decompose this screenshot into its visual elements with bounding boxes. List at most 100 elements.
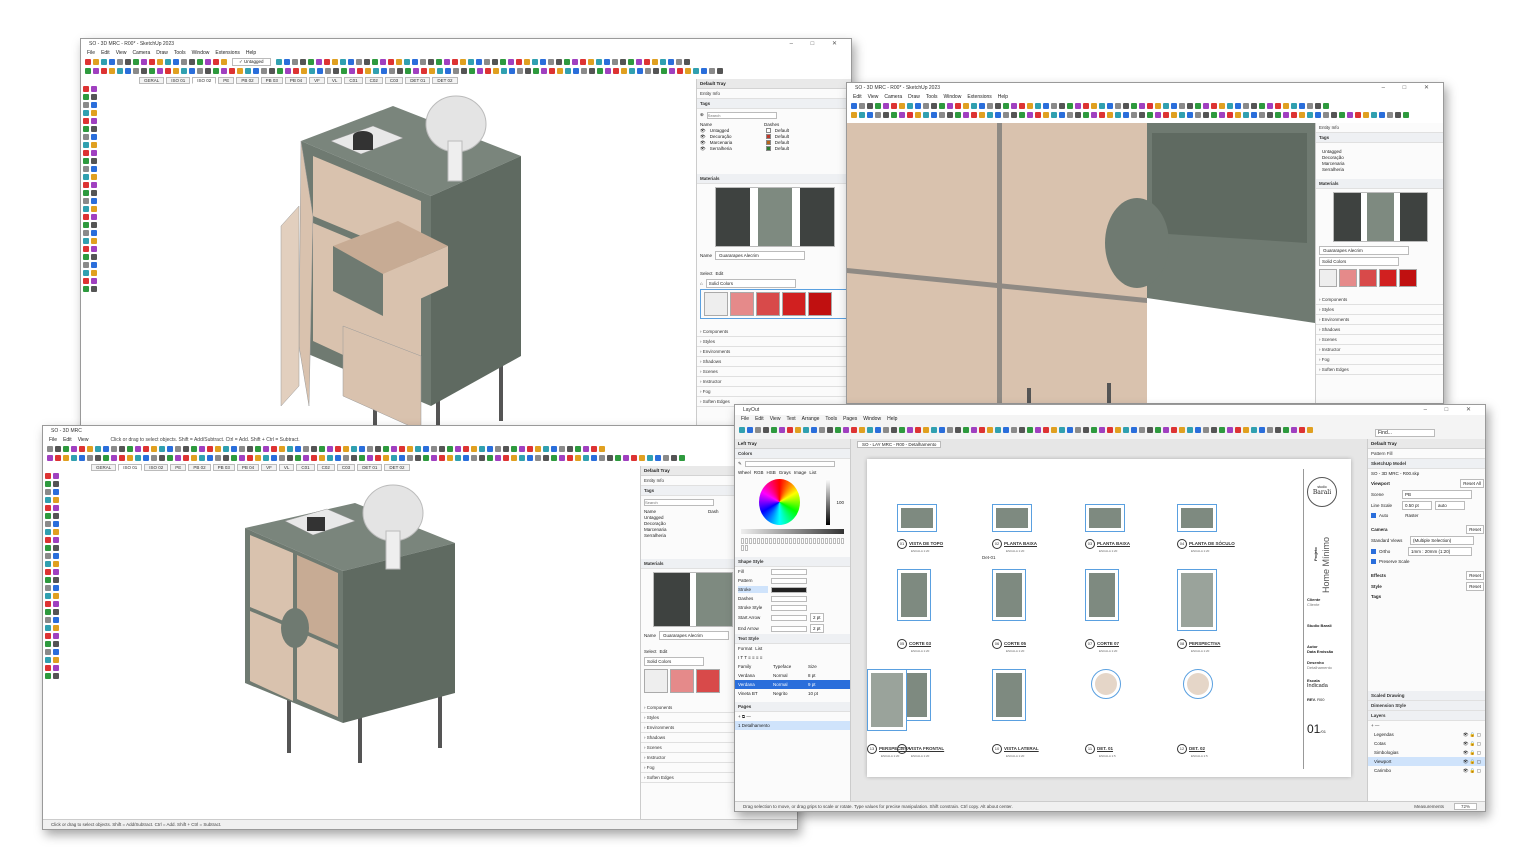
tray-section-materials[interactable]: Materials (697, 174, 851, 184)
left-tool-icon[interactable] (53, 529, 59, 535)
toolbar-tool-icon[interactable] (875, 427, 881, 433)
toolbar-tool-icon[interactable] (419, 58, 426, 65)
left-tool-icon[interactable] (45, 673, 51, 679)
toolbar-tool-icon[interactable] (611, 58, 618, 65)
toolbar-tool-icon[interactable] (231, 454, 237, 461)
toolbar-tool-icon[interactable] (63, 445, 69, 452)
toolbar-tool-icon[interactable] (547, 58, 554, 65)
toolbar-tool-icon[interactable] (995, 102, 1001, 109)
dimension-style-section[interactable]: Dimension Style (1368, 701, 1485, 711)
model-viewport[interactable] (103, 86, 697, 432)
toolbar-tool-icon[interactable] (125, 58, 131, 65)
tab-pb-04[interactable]: PB 04 (236, 463, 260, 471)
toolbar-tool-icon[interactable] (739, 427, 745, 433)
color-swatch-cell[interactable] (745, 545, 748, 551)
tab-c03[interactable]: C03 (336, 463, 356, 471)
toolbar-tool-icon[interactable] (1187, 427, 1193, 433)
toolbar-tool-icon[interactable] (483, 58, 490, 65)
tab-iso-01[interactable]: ISO 01 (118, 463, 143, 471)
toolbar-tool-icon[interactable] (1115, 111, 1121, 118)
left-tool-icon[interactable] (53, 617, 59, 623)
drawing-viewport-12[interactable] (1183, 669, 1213, 699)
toolbar-tool-icon[interactable] (487, 454, 493, 461)
toolbar-tool-icon[interactable] (1195, 111, 1201, 118)
toolbar-tool-icon[interactable] (931, 427, 937, 433)
toolbar-tool-icon[interactable] (1171, 427, 1177, 433)
toolbar-tool-icon[interactable] (303, 445, 309, 452)
toolbar-tool-icon[interactable] (413, 67, 419, 74)
toolbar-tool-icon[interactable] (1203, 427, 1209, 433)
left-tool-icon[interactable] (83, 206, 89, 212)
toolbar-tool-icon[interactable] (1003, 102, 1009, 109)
left-tool-icon[interactable] (91, 230, 97, 236)
ortho-scale-select[interactable]: 1mm : 20mm (1:20) (1408, 547, 1472, 556)
menu-extensions[interactable]: Extensions (215, 49, 239, 57)
toolbar-tool-icon[interactable] (1275, 102, 1281, 109)
toolbar-tool-icon[interactable] (311, 445, 317, 452)
toolbar-tool-icon[interactable] (1139, 427, 1145, 433)
menu-window[interactable]: Window (863, 415, 881, 423)
toolbar-tool-icon[interactable] (157, 67, 163, 74)
left-tool-icon[interactable] (53, 649, 59, 655)
toolbar-tool-icon[interactable] (635, 58, 642, 65)
menu-camera[interactable]: Camera (132, 49, 150, 57)
left-tool-icon[interactable] (45, 585, 51, 591)
toolbar-tool-icon[interactable] (299, 58, 306, 65)
toolbar-tool-icon[interactable] (229, 67, 235, 74)
tray-section-scenes[interactable]: › Scenes (697, 367, 851, 377)
toolbar-tool-icon[interactable] (1363, 111, 1369, 118)
left-tool-icon[interactable] (45, 625, 51, 631)
material-name-field[interactable]: Guararapes Alecrim (715, 251, 806, 260)
toolbar-tool-icon[interactable] (639, 454, 645, 461)
toolbar-tool-icon[interactable] (263, 454, 269, 461)
toolbar-tool-icon[interactable] (253, 67, 259, 74)
toolbar-tool-icon[interactable] (199, 445, 205, 452)
color-swatch-cell[interactable] (741, 545, 744, 551)
toolbar-tool-icon[interactable] (573, 67, 579, 74)
left-tool-icon[interactable] (83, 190, 89, 196)
library-select[interactable]: Solid Colors (705, 279, 796, 288)
toolbar-tool-icon[interactable] (269, 67, 275, 74)
toolbar-tool-icon[interactable] (275, 58, 282, 65)
menu-edit[interactable]: Edit (755, 415, 764, 423)
toolbar-tool-icon[interactable] (239, 445, 245, 452)
left-tool-icon[interactable] (45, 513, 51, 519)
toolbar-tool-icon[interactable] (109, 58, 115, 65)
toolbar-tool-icon[interactable] (55, 454, 61, 461)
toolbar-tool-icon[interactable] (597, 67, 603, 74)
tray-section-instructor[interactable]: › Instructor (1316, 345, 1443, 355)
left-tool-icon[interactable] (91, 166, 97, 172)
toolbar-tool-icon[interactable] (1323, 111, 1329, 118)
toolbar-tool-icon[interactable] (779, 427, 785, 433)
left-tool-icon[interactable] (83, 158, 89, 164)
toolbar-tool-icon[interactable] (747, 427, 753, 433)
color-swatch-cell[interactable] (797, 538, 800, 544)
left-tool-icon[interactable] (83, 286, 89, 292)
tab-c01[interactable]: C01 (296, 463, 315, 471)
toolbar-tool-icon[interactable] (407, 445, 413, 452)
toolbar-tool-icon[interactable] (101, 58, 107, 65)
toolbar-tool-icon[interactable] (511, 454, 517, 461)
color-swatch-cell[interactable] (805, 538, 808, 544)
left-tool-icon[interactable] (83, 86, 89, 92)
toolbar-tool-icon[interactable] (103, 454, 109, 461)
shape-row-field[interactable] (771, 625, 807, 632)
toolbar-tool-icon[interactable] (1131, 111, 1137, 118)
toolbar-tool-icon[interactable] (141, 67, 147, 74)
swatch-white[interactable] (1319, 269, 1337, 287)
color-swatch-cell[interactable] (765, 538, 768, 544)
toolbar-tool-icon[interactable] (435, 58, 442, 65)
toolbar-tool-icon[interactable] (1163, 102, 1169, 109)
toolbar-tool-icon[interactable] (287, 454, 293, 461)
toolbar-tool-icon[interactable] (1115, 102, 1121, 109)
toolbar-tool-icon[interactable] (175, 454, 181, 461)
toolbar-tool-icon[interactable] (367, 454, 373, 461)
toolbar-tool-icon[interactable] (1307, 111, 1313, 118)
font-row[interactable]: Verdana Normal 9 pt (735, 680, 850, 689)
left-tool-icon[interactable] (45, 473, 51, 479)
toolbar-tool-icon[interactable] (1083, 427, 1089, 433)
ortho-checkbox[interactable] (1371, 549, 1376, 554)
left-tool-icon[interactable] (53, 513, 59, 519)
left-tool-icon[interactable] (45, 489, 51, 495)
toolbar-tool-icon[interactable] (87, 454, 93, 461)
